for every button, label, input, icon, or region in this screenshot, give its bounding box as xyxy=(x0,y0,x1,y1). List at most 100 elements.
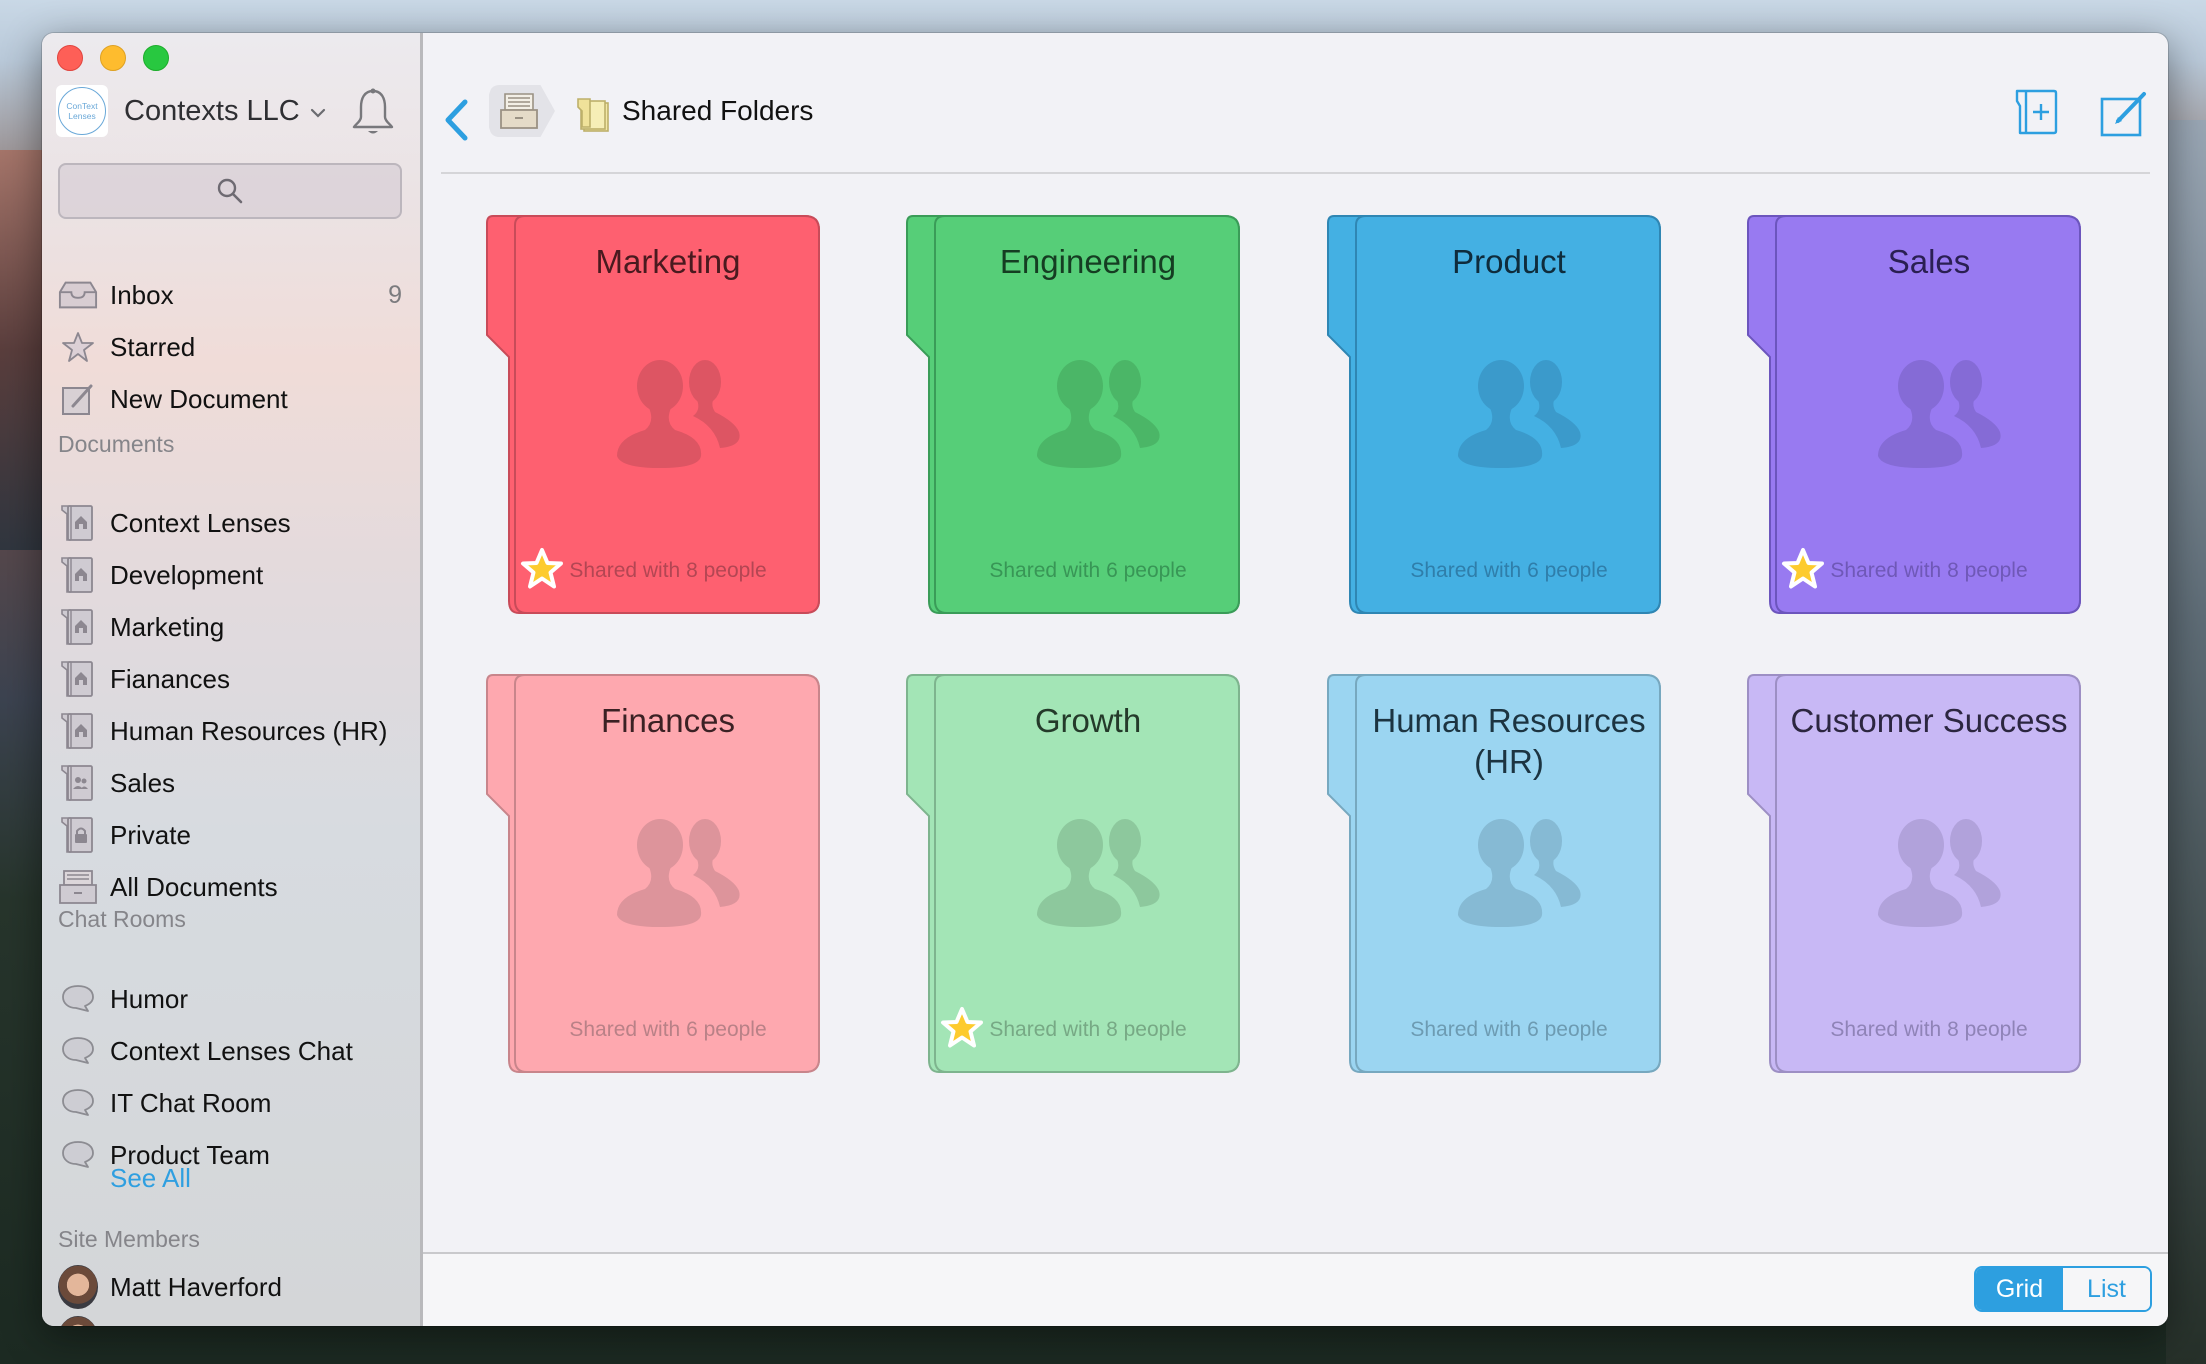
site-members-section-header: Site Members xyxy=(58,1226,200,1252)
sidebar-item-label: Context Lenses Chat xyxy=(110,1035,353,1066)
sidebar-item-label: Starred xyxy=(110,331,196,362)
people-icon xyxy=(1878,360,2001,468)
toolbar-divider xyxy=(441,172,2150,174)
org-logo: ConText Lenses xyxy=(56,85,108,137)
sidebar-item-document[interactable]: Context Lenses xyxy=(58,501,408,545)
folder-title: Human Resources (HR) xyxy=(1372,702,1646,780)
folder-card[interactable]: Human Resources (HR) Shared with 6 people xyxy=(1326,674,1662,1074)
app-window: ConText Lenses Contexts LLC Inbox 9 Starr xyxy=(42,33,2168,1326)
view-toggle: Grid List xyxy=(1974,1266,2152,1312)
home-folder-icon xyxy=(58,659,98,699)
sidebar-item-label: Humor xyxy=(110,983,189,1014)
minimize-window-button[interactable] xyxy=(100,45,126,71)
sidebar-item-chat-room[interactable]: Humor xyxy=(58,977,408,1021)
chat-rooms-section-header: Chat Rooms xyxy=(58,906,186,932)
folder-title: Product xyxy=(1452,243,1566,280)
sidebar-item-chat-room[interactable]: Context Lenses Chat xyxy=(58,1029,408,1073)
folder-title: Engineering xyxy=(999,243,1177,280)
sidebar-item-document[interactable]: Fianances xyxy=(58,657,408,701)
folder-title: Customer Success xyxy=(1790,702,2068,739)
sidebar-item-new-document[interactable]: New Document xyxy=(58,377,408,421)
compose-icon xyxy=(58,379,98,419)
shared-folders-icon xyxy=(577,98,609,132)
chat-bubble-icon xyxy=(58,1135,98,1175)
main-content: Shared Folders Marketing Shared with 8 pe… xyxy=(423,33,2168,1326)
people-icon xyxy=(617,819,740,927)
folder-card[interactable]: Engineering Shared with 6 people xyxy=(905,215,1241,615)
member-name: Matt Haverford xyxy=(110,1271,282,1302)
member-item[interactable]: Matt Haverford xyxy=(58,1265,408,1309)
home-folder-icon xyxy=(58,503,98,543)
sidebar-item-inbox[interactable]: Inbox 9 xyxy=(58,273,408,317)
home-folder-icon xyxy=(58,711,98,751)
page-title: Shared Folders xyxy=(622,95,814,126)
toolbar: Shared Folders xyxy=(423,33,2168,174)
sidebar: ConText Lenses Contexts LLC Inbox 9 Starr xyxy=(42,33,423,1326)
avatar-slot xyxy=(58,1265,98,1309)
sidebar-item-document[interactable]: Marketing xyxy=(58,605,408,649)
close-window-button[interactable] xyxy=(57,45,83,71)
sidebar-item-label: Development xyxy=(110,559,264,590)
bottom-bar: Grid List xyxy=(423,1252,2168,1326)
sidebar-item-label: Marketing xyxy=(110,611,225,642)
sidebar-item-label: Private xyxy=(110,819,191,850)
new-folder-button[interactable] xyxy=(2014,89,2058,135)
logo-text-top: ConText xyxy=(66,101,98,111)
people-icon xyxy=(1878,819,2001,927)
inbox-count-badge: 9 xyxy=(388,280,402,309)
chat-bubble-icon xyxy=(58,979,98,1019)
starred-star-icon[interactable] xyxy=(939,1006,985,1050)
avatar xyxy=(58,1265,98,1309)
starred-star-icon[interactable] xyxy=(1780,547,1826,591)
avatar-slot xyxy=(58,1316,98,1326)
people-icon xyxy=(1037,819,1160,927)
home-folder-icon xyxy=(58,607,98,647)
search-icon xyxy=(217,178,243,204)
shared-with-label: Shared with 6 people xyxy=(1410,559,1608,582)
logo-text-bottom: Lenses xyxy=(68,111,96,121)
see-all-link[interactable]: See All xyxy=(110,1163,191,1194)
sidebar-item-document[interactable]: Human Resources (HR) xyxy=(58,709,408,753)
sidebar-item-starred[interactable]: Starred xyxy=(58,325,408,369)
sidebar-item-document[interactable]: Development xyxy=(58,553,408,597)
sidebar-item-label: All Documents xyxy=(110,871,278,902)
folder-title: Marketing xyxy=(595,243,741,280)
grid-view-button[interactable]: Grid xyxy=(1976,1268,2063,1310)
zoom-window-button[interactable] xyxy=(143,45,169,71)
documents-section-header: Documents xyxy=(58,431,175,457)
org-switcher[interactable]: ConText Lenses Contexts LLC xyxy=(56,85,326,137)
sidebar-item-chat-room[interactable]: IT Chat Room xyxy=(58,1081,408,1125)
starred-star-icon[interactable] xyxy=(519,547,565,591)
folder-card[interactable]: Finances Shared with 6 people xyxy=(485,674,821,1074)
member-item-partial[interactable] xyxy=(58,1316,408,1326)
sidebar-item-label: IT Chat Room xyxy=(110,1087,272,1118)
sidebar-item-document[interactable]: Private xyxy=(58,813,408,857)
compose-button[interactable] xyxy=(2100,89,2150,137)
people-icon xyxy=(1458,360,1581,468)
folder-title: Finances xyxy=(601,702,735,739)
back-chevron-icon[interactable] xyxy=(443,99,469,141)
sidebar-item-document[interactable]: Sales xyxy=(58,761,408,805)
chat-bubble-icon xyxy=(58,1083,98,1123)
people-icon xyxy=(1458,819,1581,927)
folder-card[interactable]: Product Shared with 6 people xyxy=(1326,215,1662,615)
shared-with-label: Shared with 6 people xyxy=(989,559,1187,582)
search-input[interactable] xyxy=(58,163,402,219)
sidebar-item-label: Inbox xyxy=(110,279,174,310)
list-view-button[interactable]: List xyxy=(2063,1268,2150,1310)
inbox-icon xyxy=(58,275,98,315)
people-icon xyxy=(617,360,740,468)
folder-card[interactable]: Sales Shared with 8 people xyxy=(1746,215,2082,615)
folder-title: Growth xyxy=(1034,702,1142,739)
folder-title: Sales xyxy=(1887,243,1971,280)
window-controls xyxy=(57,45,169,71)
sidebar-item-document[interactable]: All Documents xyxy=(58,865,408,909)
home-folder-icon xyxy=(58,555,98,595)
folder-card[interactable]: Marketing Shared with 8 people xyxy=(485,215,821,615)
folder-card[interactable]: Customer Success Shared with 8 people xyxy=(1746,674,2082,1074)
sidebar-item-label: Context Lenses xyxy=(110,507,291,538)
folder-card[interactable]: Growth Shared with 8 people xyxy=(905,674,1241,1074)
archive-drawer-icon xyxy=(500,93,538,129)
breadcrumb-all-documents[interactable] xyxy=(489,85,555,137)
notifications-bell-icon[interactable] xyxy=(350,87,396,137)
